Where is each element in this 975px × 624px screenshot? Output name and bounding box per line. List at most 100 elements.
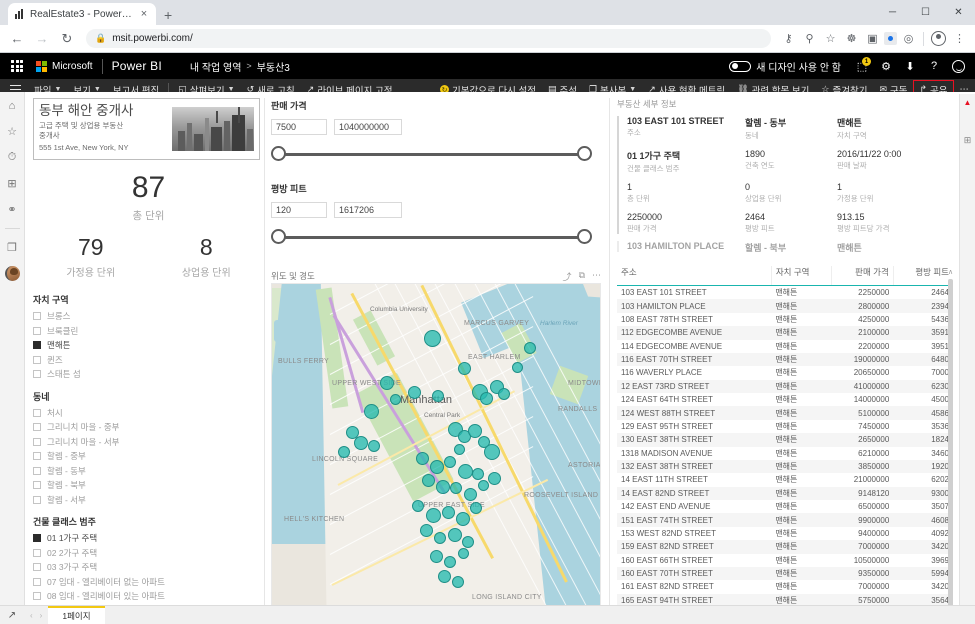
favorites-star-icon[interactable]: ☆ (4, 124, 21, 139)
map-canvas[interactable]: Columbia University MARCUS GARVEY Harlem… (271, 283, 601, 605)
table-row[interactable]: 160 EAST 66TH STREET맨해튼105000003969 (617, 554, 953, 567)
previous-page-icon[interactable]: ‹ (30, 611, 33, 620)
checkbox-icon[interactable] (33, 481, 41, 489)
table-row[interactable]: 12 EAST 73RD STREET맨해튼410000006230 (617, 380, 953, 393)
expand-fullscreen-icon[interactable]: ↗ (0, 606, 24, 624)
map-data-point[interactable] (480, 392, 493, 405)
page-tab-1[interactable]: 1페이지 (48, 606, 104, 624)
square-feet-min-input[interactable]: 120 (271, 202, 327, 218)
slicer-item-manhattan[interactable]: 맨해튼 (33, 338, 256, 353)
square-feet-max-input[interactable]: 1617206 (334, 202, 402, 218)
sale-price-slider-track[interactable] (271, 144, 592, 164)
map-data-point[interactable] (442, 506, 455, 519)
square-feet-min-handle[interactable] (271, 229, 286, 244)
table-row[interactable]: 130 EAST 38TH STREET맨해튼26500001824 (617, 433, 953, 446)
address-bar[interactable]: 🔒 msit.powerbi.com/ (86, 29, 771, 48)
focus-mode-icon[interactable]: ⧉ (579, 270, 585, 283)
checkbox-icon[interactable] (33, 327, 41, 335)
map-data-point[interactable] (438, 570, 451, 583)
map-data-point[interactable] (338, 446, 350, 458)
breadcrumb-report[interactable]: 부동산3 (257, 59, 290, 74)
map-data-point[interactable] (390, 394, 401, 405)
map-data-point[interactable] (450, 482, 462, 494)
help-icon[interactable]: ? (923, 55, 945, 77)
checkbox-icon[interactable] (33, 563, 41, 571)
map-data-point[interactable] (470, 502, 482, 514)
password-key-icon[interactable]: ⚷ (779, 29, 798, 48)
more-options-icon[interactable]: ⋯ (592, 270, 601, 283)
apps-icon[interactable]: ⊞ (4, 176, 21, 191)
sale-price-min-input[interactable]: 7500 (271, 119, 327, 135)
checkbox-icon[interactable] (33, 467, 41, 475)
table-row[interactable]: 159 EAST 82ND STREET맨해튼70000003420 (617, 540, 953, 553)
map-data-point[interactable] (432, 390, 444, 402)
extension-clock-icon[interactable]: ◎ (899, 29, 918, 48)
slicer-item-brooklyn[interactable]: 브룩클린 (33, 324, 256, 339)
checkbox-icon[interactable] (33, 578, 41, 586)
square-feet-max-handle[interactable] (577, 229, 592, 244)
slicer-item-class-01[interactable]: 01 1가구 주택 (33, 531, 256, 546)
filter-pane-icon[interactable]: ⊞ (964, 135, 972, 146)
download-icon[interactable]: ⬇ (899, 55, 921, 77)
back-icon[interactable]: ← (6, 28, 28, 50)
map-data-point[interactable] (444, 556, 456, 568)
map-data-point[interactable] (458, 548, 469, 559)
table-row[interactable]: 153 WEST 82ND STREET맨해튼94000004092 (617, 527, 953, 540)
slicer-item-greenwich-west[interactable]: 그리니치 마을 - 서부 (33, 435, 256, 450)
new-tab-button[interactable]: + (164, 8, 172, 22)
table-row[interactable]: 114 EDGECOMBE AVENUE맨해튼22000003951 (617, 340, 953, 353)
screenshot-camera-icon[interactable]: ▣ (863, 29, 882, 48)
workspaces-icon[interactable]: ❐ (4, 240, 21, 255)
pin-visual-icon[interactable]: ⤴ (563, 270, 572, 283)
table-scrollbar[interactable]: ∧ ∨ (946, 268, 955, 605)
slicer-item-greenwich-mid[interactable]: 그리니치 마을 - 중부 (33, 420, 256, 435)
slicer-item-harlem-east[interactable]: 할렘 - 동부 (33, 464, 256, 479)
map-data-point[interactable] (430, 550, 443, 563)
slicer-item-harlem-north[interactable]: 할렘 - 북부 (33, 478, 256, 493)
table-row[interactable]: 14 EAST 82ND STREET맨해튼91481209300 (617, 487, 953, 500)
slicer-item-harlem-west[interactable]: 할렘 - 서부 (33, 493, 256, 508)
sale-price-min-handle[interactable] (271, 146, 286, 161)
next-page-icon[interactable]: › (40, 611, 43, 620)
map-data-point[interactable] (452, 576, 464, 588)
map-data-point[interactable] (426, 508, 441, 523)
map-data-point[interactable] (462, 536, 474, 548)
map-data-point[interactable] (412, 500, 424, 512)
powerbi-product-name[interactable]: Power BI (112, 59, 162, 73)
map-data-point[interactable] (436, 480, 450, 494)
map-data-point[interactable] (354, 436, 368, 450)
current-workspace-avatar[interactable] (5, 266, 20, 281)
column-header-sale-price[interactable]: 판매 가격 (832, 266, 894, 286)
checkbox-checked-icon[interactable] (33, 341, 41, 349)
checkbox-icon[interactable] (33, 592, 41, 600)
table-row[interactable]: 116 WAVERLY PLACE맨해튼206500007000 (617, 366, 953, 379)
table-row[interactable]: 161 EAST 82ND STREET맨해튼70000003420 (617, 580, 953, 593)
map-data-point[interactable] (488, 472, 501, 485)
feedback-smiley-icon[interactable] (947, 55, 969, 77)
table-row[interactable]: 160 EAST 70TH STREET맨해튼93500005994 (617, 567, 953, 580)
map-data-point[interactable] (454, 444, 465, 455)
checkbox-icon[interactable] (33, 312, 41, 320)
table-row[interactable]: 124 WEST 88TH STREET맨해튼51000004586 (617, 406, 953, 419)
map-data-point[interactable] (416, 452, 429, 465)
table-row[interactable]: 103 EAST 101 STREET맨해튼22500002464 (617, 286, 953, 300)
scrollbar-thumb[interactable] (948, 279, 953, 605)
checkbox-icon[interactable] (33, 496, 41, 504)
slicer-item-queens[interactable]: 퀸즈 (33, 353, 256, 368)
map-data-point[interactable] (430, 460, 444, 474)
browser-tab[interactable]: RealEstate3 - Power BI × (8, 3, 156, 25)
table-row[interactable]: 132 EAST 38TH STREET맨해튼38500001920 (617, 460, 953, 473)
table-row[interactable]: 124 EAST 64TH STREET맨해튼140000004500 (617, 393, 953, 406)
table-row[interactable]: 14 EAST 11TH STREET맨해튼210000006202 (617, 473, 953, 486)
slicer-item-class-08[interactable]: 08 임대 - 엘리베이터 있는 아파트 (33, 589, 256, 604)
slicer-item-staten-island[interactable]: 스태튼 섬 (33, 367, 256, 382)
slicer-item-chelsea[interactable]: 처시 (33, 406, 256, 421)
property-detail-card-next[interactable]: 103 HAMILTON PLACE 할렘 - 북부 맨해튼 (617, 241, 953, 252)
map-data-point[interactable] (484, 444, 500, 460)
map-data-point[interactable] (380, 376, 394, 390)
map-data-point[interactable] (498, 388, 510, 400)
expand-arrow-icon[interactable]: ▲ (964, 98, 972, 107)
table-row[interactable]: 142 EAST END AVENUE맨해튼65000003507 (617, 500, 953, 513)
map-data-point[interactable] (434, 532, 446, 544)
checkbox-icon[interactable] (33, 452, 41, 460)
